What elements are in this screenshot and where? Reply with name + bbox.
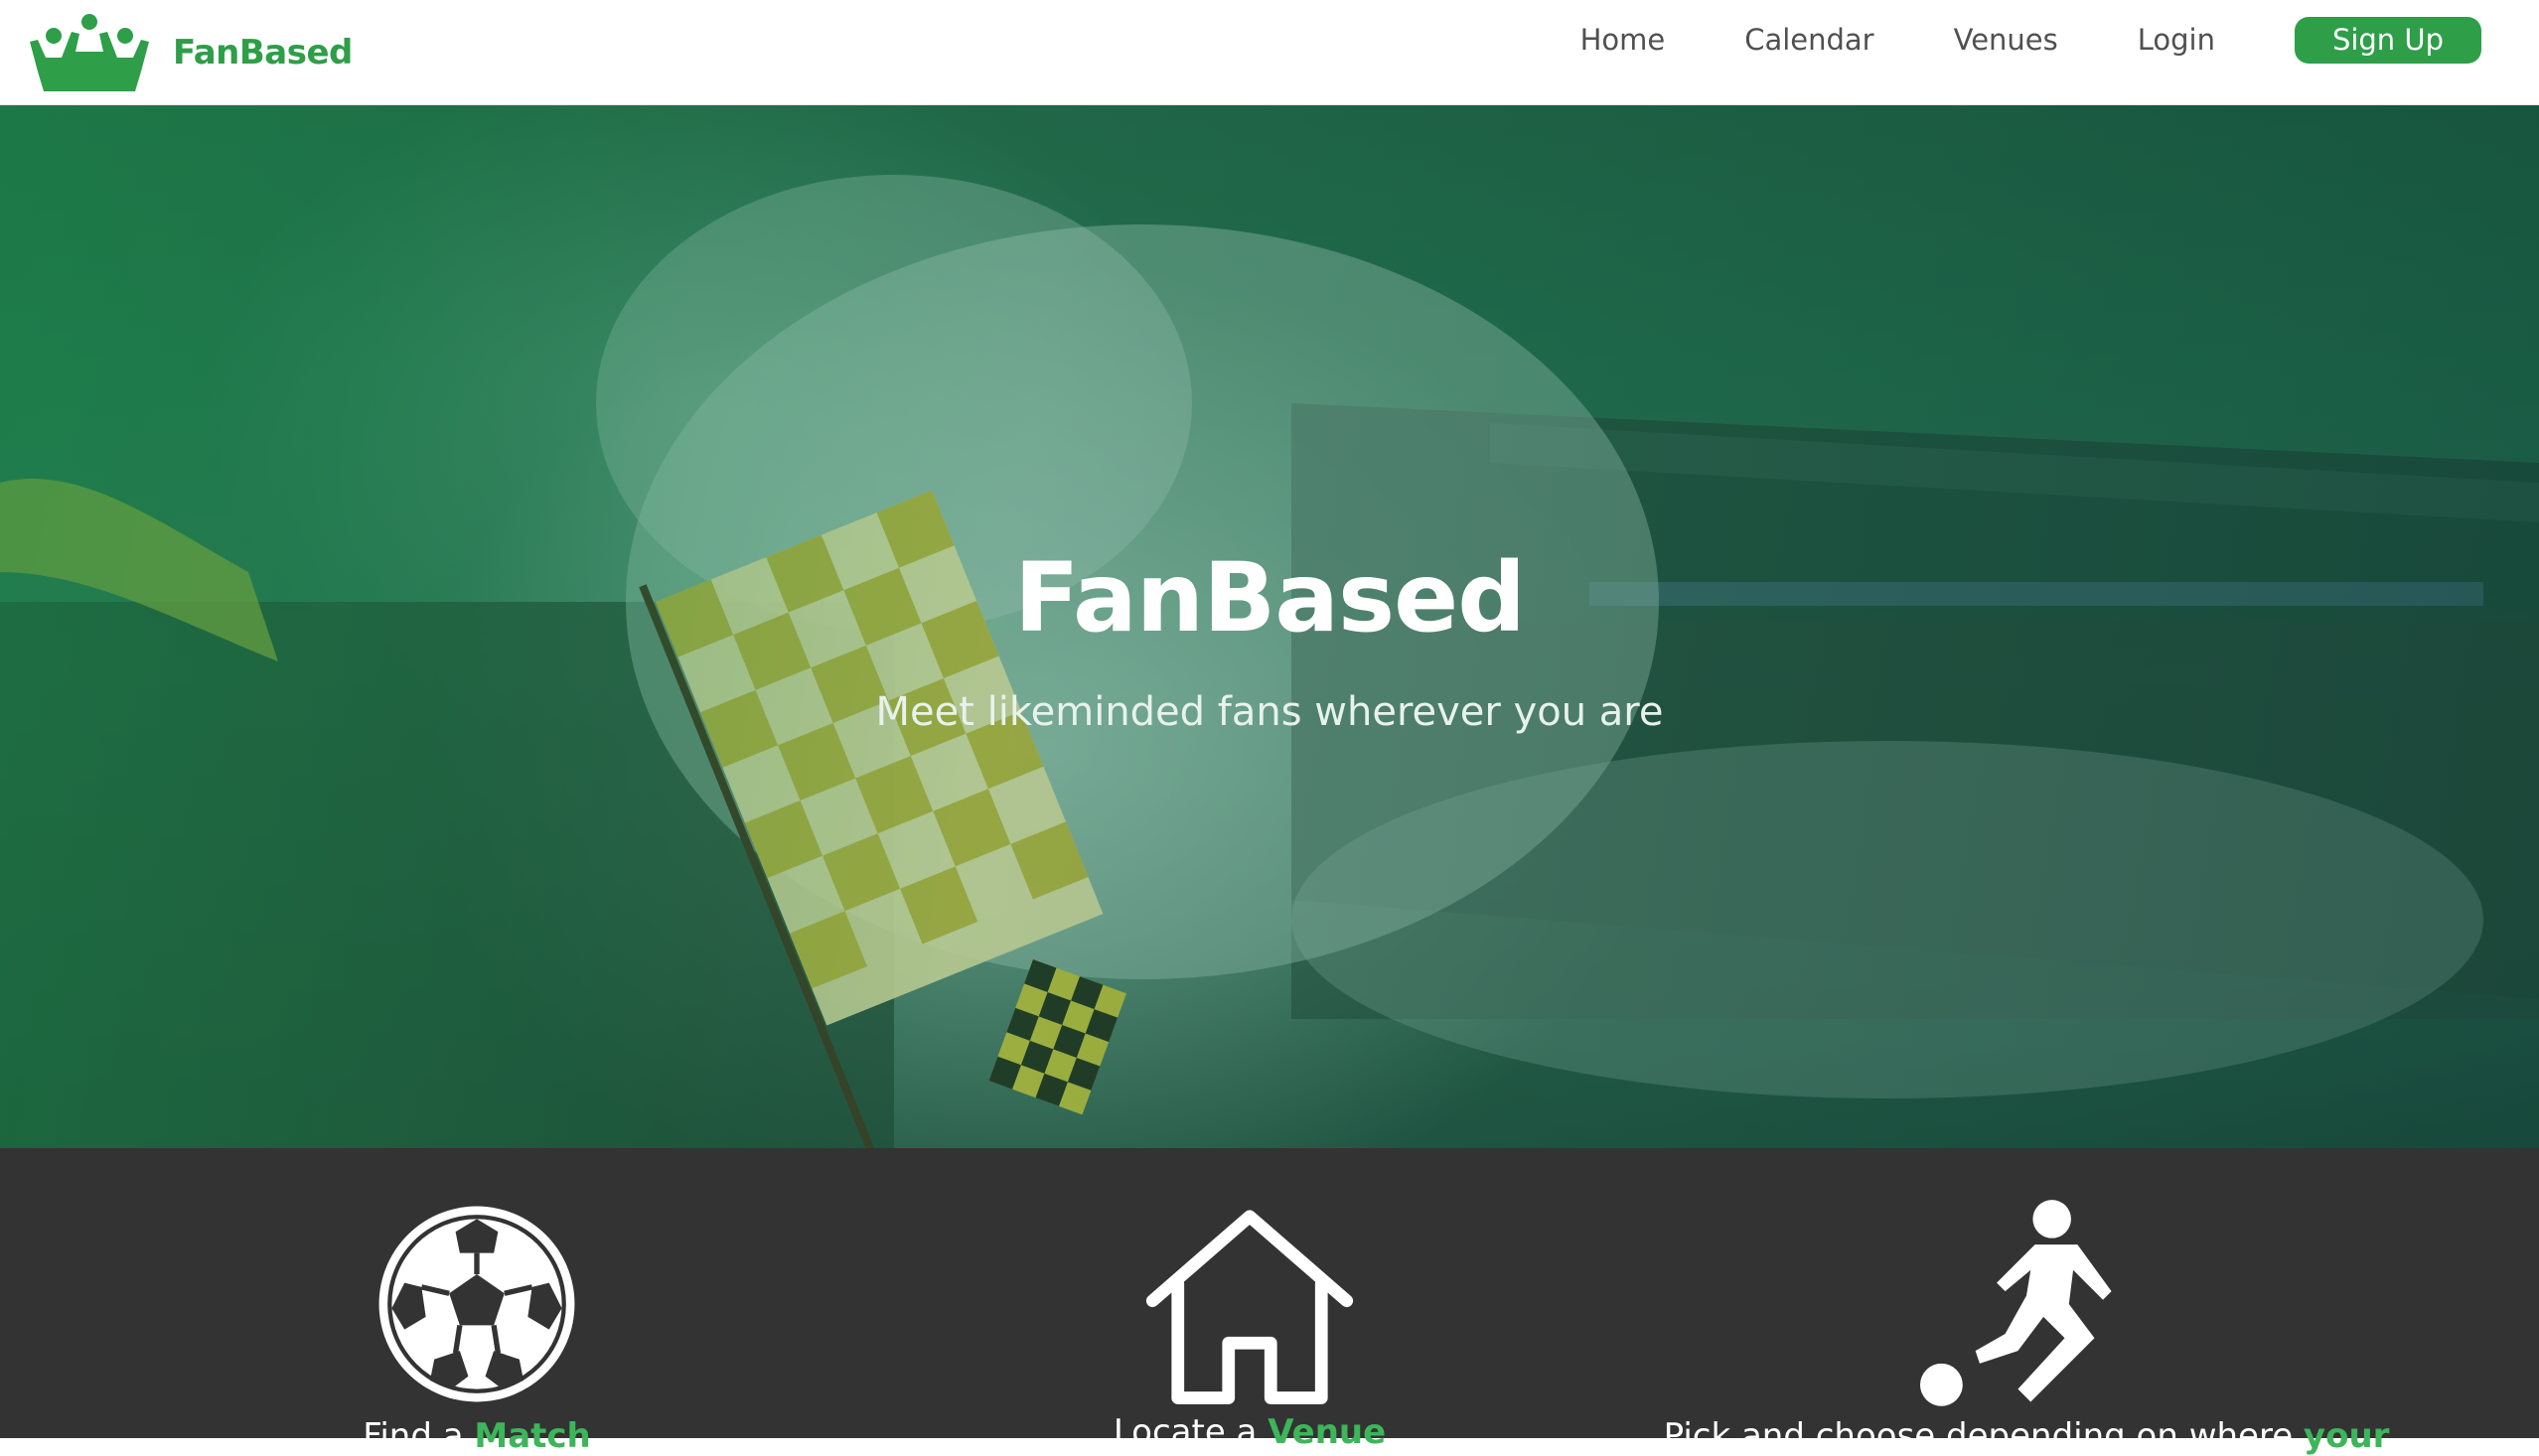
signup-button[interactable]: Sign Up xyxy=(2295,16,2481,64)
house-icon xyxy=(1145,1210,1354,1404)
nav-calendar-link[interactable]: Calendar xyxy=(1744,23,1873,57)
hero-banner: FanBased Meet likeminded fans wherever y… xyxy=(0,105,2539,1148)
your-highlight[interactable]: your xyxy=(2304,1416,2390,1456)
venue-highlight[interactable]: Venue xyxy=(1268,1412,1386,1452)
soccer-ball-icon xyxy=(378,1206,575,1402)
nav-home-link[interactable]: Home xyxy=(1580,23,1666,57)
nav-venues-link[interactable]: Venues xyxy=(1954,23,2058,57)
match-highlight[interactable]: Match xyxy=(474,1416,590,1456)
fans-logo-icon xyxy=(30,14,149,91)
nav-login-link[interactable]: Login xyxy=(2138,23,2215,57)
feature-locate-venue-text: Locate a Venue xyxy=(1113,1412,1387,1452)
navbar: FanBased Home Calendar Venues Login Sign… xyxy=(0,0,2539,105)
feature-find-match[interactable]: Find a Match xyxy=(298,1148,656,1456)
feature-pick-choose[interactable]: Pick and choose depending on where your xyxy=(1649,1148,2404,1456)
logo[interactable]: FanBased xyxy=(24,12,353,93)
feature-locate-venue[interactable]: Locate a Venue xyxy=(1071,1148,1428,1452)
feature-pick-choose-text: Pick and choose depending on where your xyxy=(1663,1416,2390,1456)
hero-subtitle: Meet likeminded fans wherever you are xyxy=(875,689,1664,735)
features-section: Find a Match Locate a Venue Pick and cho… xyxy=(0,1148,2539,1456)
nav-links: Home Calendar Venues Login Sign Up xyxy=(1580,0,2539,79)
hero-title: FanBased xyxy=(1014,542,1526,654)
brand-name: FanBased xyxy=(173,33,353,73)
feature-find-match-text: Find a Match xyxy=(363,1416,591,1456)
soccer-player-icon xyxy=(1920,1200,2112,1406)
